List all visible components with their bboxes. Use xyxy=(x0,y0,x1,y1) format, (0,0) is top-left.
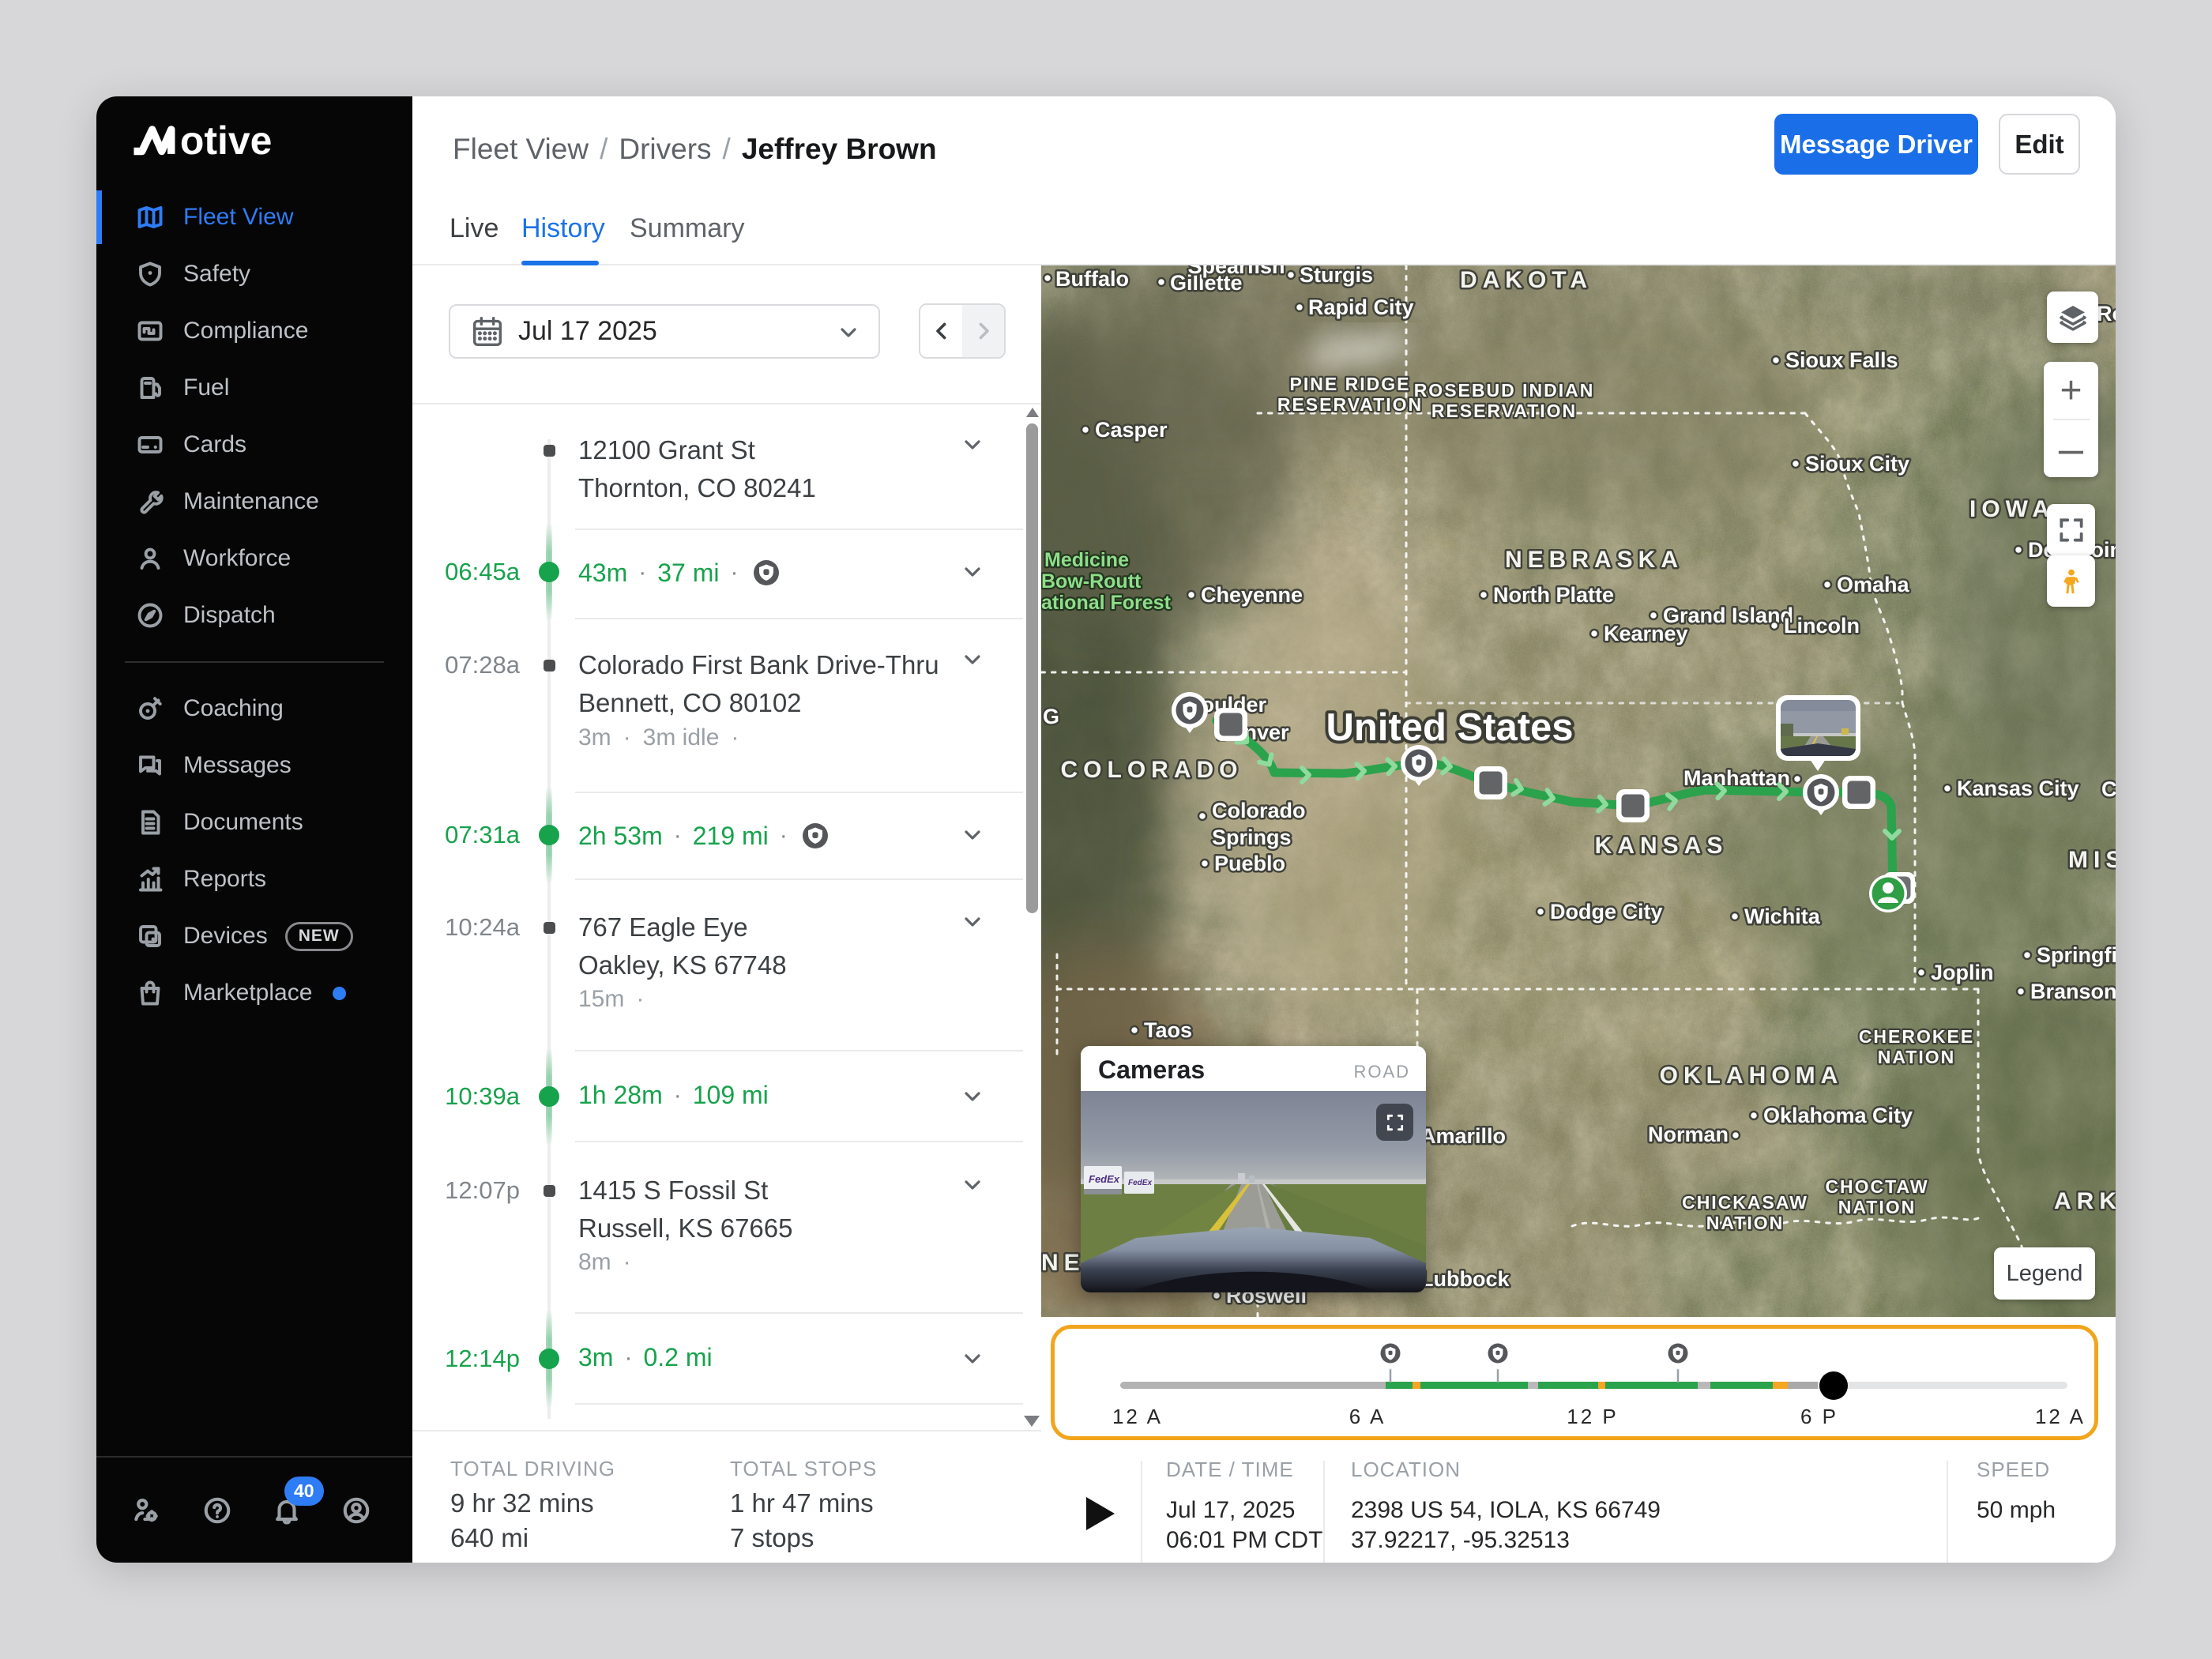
svg-text:IOWA: IOWA xyxy=(1969,496,2055,522)
svg-text:NATION: NATION xyxy=(1838,1197,1916,1217)
svg-text:Lubbock: Lubbock xyxy=(1420,1267,1510,1291)
svg-text:Springfield: Springfield xyxy=(2037,943,2116,967)
svg-text:Lincoln: Lincoln xyxy=(1784,614,1860,638)
svg-text:MISSOURI: MISSOURI xyxy=(2068,847,2116,873)
svg-text:FedEx: FedEx xyxy=(1089,1173,1120,1185)
svg-text:RESERVATION: RESERVATION xyxy=(1277,394,1423,415)
svg-text:OKLAHOMA: OKLAHOMA xyxy=(1660,1063,1844,1089)
svg-text:Sturgis: Sturgis xyxy=(1300,265,1373,287)
svg-text:RESERVATION: RESERVATION xyxy=(1431,401,1577,421)
svg-text:Casper: Casper xyxy=(1095,418,1168,442)
svg-text:CHEROKEE: CHEROKEE xyxy=(1859,1026,1974,1047)
svg-text:Kearney: Kearney xyxy=(1604,622,1688,645)
svg-text:Buffalo: Buffalo xyxy=(1055,267,1129,291)
svg-text:Bow-Routt: Bow-Routt xyxy=(1041,570,1142,592)
svg-text:Rapid City: Rapid City xyxy=(1308,295,1414,319)
svg-text:DAKOTA: DAKOTA xyxy=(1460,267,1593,293)
svg-text:Amarillo: Amarillo xyxy=(1420,1124,1506,1148)
svg-text:Sioux City: Sioux City xyxy=(1805,452,1909,476)
svg-text:Sioux Falls: Sioux Falls xyxy=(1785,348,1898,372)
svg-text:CHOCTAW: CHOCTAW xyxy=(1825,1176,1928,1197)
svg-text:North Platte: North Platte xyxy=(1493,583,1614,607)
svg-text:ational Forest: ational Forest xyxy=(1041,592,1172,614)
svg-text:Springs: Springs xyxy=(1212,826,1292,849)
svg-text:FedEx: FedEx xyxy=(1128,1179,1152,1187)
svg-text:NATION: NATION xyxy=(1706,1213,1784,1233)
svg-text:C: C xyxy=(2101,777,2116,801)
svg-text:ARKANSAS: ARKANSAS xyxy=(2054,1188,2116,1214)
svg-text:Taos: Taos xyxy=(1144,1018,1192,1042)
svg-text:Cheyenne: Cheyenne xyxy=(1201,583,1303,607)
svg-text:G: G xyxy=(1043,705,1059,728)
svg-text:Colorado: Colorado xyxy=(1212,799,1306,822)
svg-text:NATION: NATION xyxy=(1878,1047,1955,1067)
svg-text:Omaha: Omaha xyxy=(1837,573,1910,596)
svg-text:Spearfish: Spearfish xyxy=(1187,265,1285,278)
svg-text:otive: otive xyxy=(180,118,272,160)
svg-text:Ro: Ro xyxy=(2097,302,2116,325)
svg-text:NEBRASKA: NEBRASKA xyxy=(1505,547,1683,573)
svg-text:Dodge City: Dodge City xyxy=(1550,900,1663,924)
svg-text:Wichita: Wichita xyxy=(1744,905,1821,928)
svg-text:Joplin: Joplin xyxy=(1931,961,1994,984)
svg-text:Kansas City: Kansas City xyxy=(1957,777,2079,800)
svg-text:United States: United States xyxy=(1326,706,1573,749)
svg-text:PINE RIDGE: PINE RIDGE xyxy=(1290,374,1411,394)
svg-text:Oklahoma City: Oklahoma City xyxy=(1763,1104,1913,1127)
svg-text:ROSEBUD INDIAN: ROSEBUD INDIAN xyxy=(1414,380,1595,401)
svg-text:Norman: Norman xyxy=(1648,1123,1729,1146)
svg-text:Branson: Branson xyxy=(2030,980,2116,1003)
svg-text:CHICKASAW: CHICKASAW xyxy=(1682,1192,1808,1213)
svg-text:Medicine: Medicine xyxy=(1044,549,1129,571)
svg-text:COLORADO: COLORADO xyxy=(1061,757,1243,783)
svg-text:KANSAS: KANSAS xyxy=(1595,833,1729,859)
svg-text:Pueblo: Pueblo xyxy=(1214,852,1285,875)
